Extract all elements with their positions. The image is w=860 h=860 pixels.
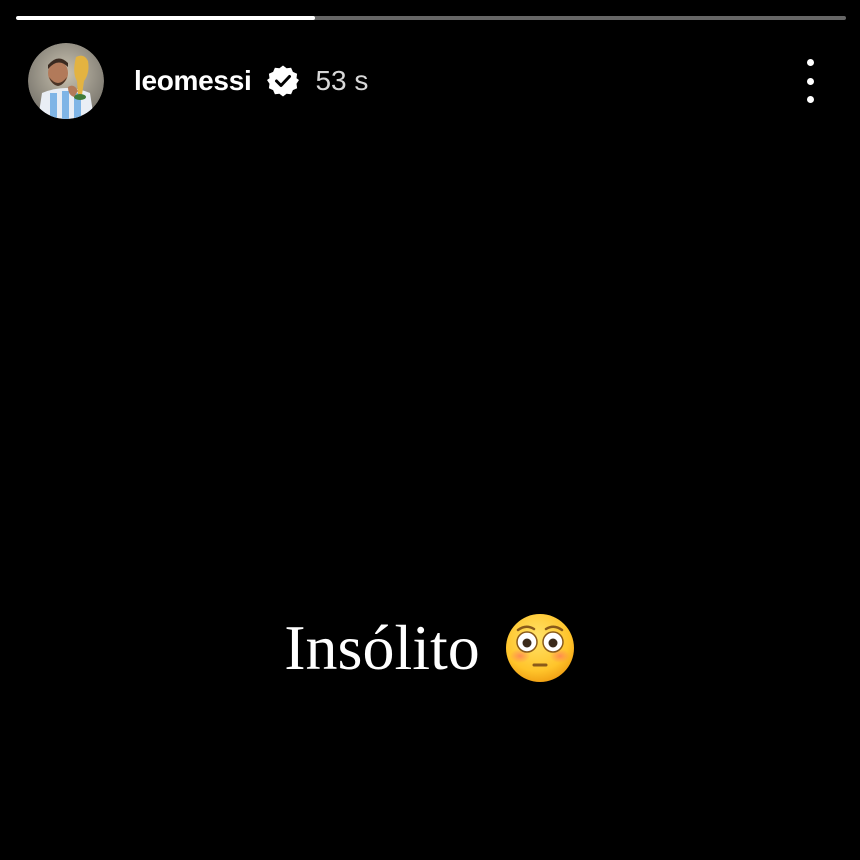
username[interactable]: leomessi <box>134 65 252 97</box>
flushed-face-emoji <box>504 612 576 684</box>
story-progress-fill <box>16 16 315 20</box>
story-progress-bar <box>16 16 846 20</box>
more-options-icon[interactable] <box>800 59 820 103</box>
story-header: leomessi 53 s <box>28 42 820 120</box>
more-dot <box>806 96 814 103</box>
caption-text: Insólito <box>284 612 480 683</box>
verified-badge-icon <box>267 65 300 97</box>
story-caption: Insólito <box>0 606 860 690</box>
more-dot <box>806 77 814 85</box>
post-time: 53 s <box>315 65 369 96</box>
more-dot <box>806 59 814 66</box>
story-viewer[interactable]: leomessi 53 s Insólito <box>0 0 860 860</box>
avatar[interactable] <box>28 43 104 119</box>
